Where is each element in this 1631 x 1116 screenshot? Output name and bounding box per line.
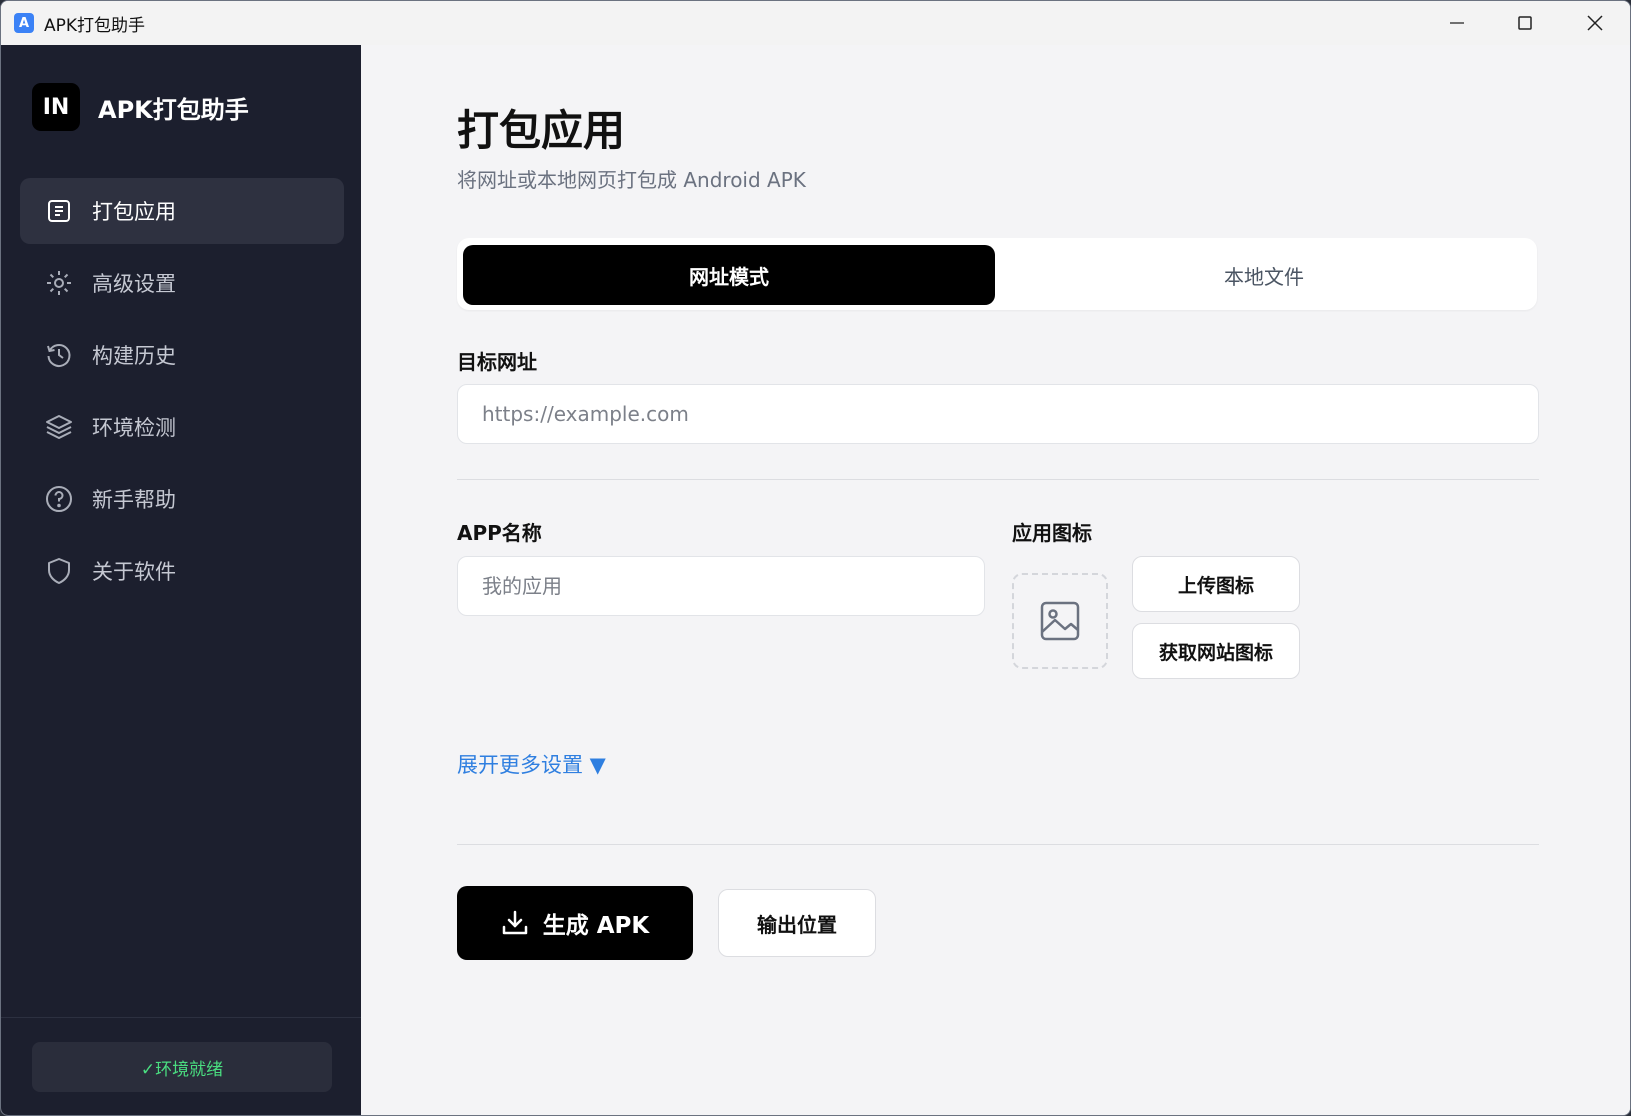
sidebar-item-package[interactable]: 打包应用 [20, 178, 344, 244]
sidebar-item-build-history[interactable]: 构建历史 [20, 322, 344, 388]
app-icon-preview[interactable] [1012, 573, 1108, 669]
sidebar-item-help[interactable]: 新手帮助 [20, 466, 344, 532]
sidebar-item-label: 打包应用 [92, 200, 176, 224]
sidebar-item-label: 新手帮助 [92, 488, 176, 512]
layers-icon [44, 412, 74, 442]
section-divider [457, 844, 1539, 845]
sidebar: IN APK打包助手 打包应用 高级设置 构建历史 环境检测 新手帮助 关于软件… [1, 45, 361, 1115]
upload-icon-button[interactable]: 上传图标 [1132, 556, 1300, 612]
page-title: 打包应用 [457, 106, 626, 155]
maximize-icon [1518, 16, 1532, 30]
sidebar-item-label: 构建历史 [92, 344, 176, 368]
generate-apk-button[interactable]: 生成 APK [457, 886, 693, 960]
brand-name: APK打包助手 [98, 95, 249, 124]
sidebar-nav: 打包应用 高级设置 构建历史 环境检测 新手帮助 关于软件 [20, 178, 344, 610]
main-content: 打包应用 将网址或本地网页打包成 Android APK 网址模式 本地文件 目… [361, 45, 1630, 1115]
history-icon [44, 340, 74, 370]
sidebar-item-advanced-settings[interactable]: 高级设置 [20, 250, 344, 316]
close-button[interactable] [1561, 1, 1629, 45]
sidebar-item-about[interactable]: 关于软件 [20, 538, 344, 604]
tab-url-mode[interactable]: 网址模式 [463, 245, 995, 305]
app-name-label: APP名称 [457, 521, 542, 545]
image-placeholder-icon [1040, 601, 1080, 641]
app-name-input[interactable] [457, 556, 985, 616]
sidebar-divider [1, 1017, 361, 1018]
download-icon [501, 909, 529, 937]
title-bar: A APK打包助手 [1, 1, 1630, 45]
minimize-icon [1450, 22, 1464, 24]
shield-icon [44, 556, 74, 586]
maximize-button[interactable] [1491, 1, 1559, 45]
app-window: A APK打包助手 IN APK打包助手 打包应用 高级设置 构建历史 环境检测… [0, 0, 1631, 1116]
app-logo: IN [32, 83, 80, 131]
output-location-button[interactable]: 输出位置 [718, 889, 876, 957]
sidebar-item-label: 环境检测 [92, 416, 176, 440]
fetch-site-icon-button[interactable]: 获取网站图标 [1132, 623, 1300, 679]
tab-local-file[interactable]: 本地文件 [997, 245, 1531, 305]
minimize-button[interactable] [1423, 1, 1491, 45]
gear-icon [44, 268, 74, 298]
expand-more-settings-link[interactable]: 展开更多设置 ▼ [457, 749, 606, 779]
close-icon [1587, 15, 1603, 31]
generate-apk-label: 生成 APK [542, 913, 650, 939]
brand: IN APK打包助手 [32, 83, 249, 131]
app-icon-label: 应用图标 [1012, 521, 1092, 545]
sidebar-item-label: 关于软件 [92, 560, 176, 584]
env-status-badge: ✓环境就绪 [32, 1042, 332, 1092]
page-subtitle: 将网址或本地网页打包成 Android APK [457, 168, 806, 192]
target-url-label: 目标网址 [457, 350, 537, 374]
section-divider [457, 479, 1539, 480]
document-icon [44, 196, 74, 226]
target-url-input[interactable] [457, 384, 1539, 444]
sidebar-item-label: 高级设置 [92, 272, 176, 296]
window-title: APK打包助手 [44, 15, 146, 36]
sidebar-item-env-check[interactable]: 环境检测 [20, 394, 344, 460]
app-icon: A [14, 13, 34, 33]
mode-tabs: 网址模式 本地文件 [457, 238, 1537, 310]
help-circle-icon [44, 484, 74, 514]
